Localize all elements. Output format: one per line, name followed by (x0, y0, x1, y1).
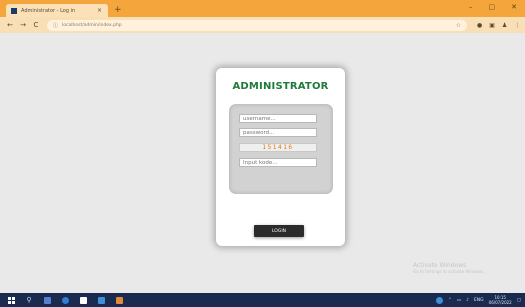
login-form: 151416 (229, 104, 333, 194)
watermark-subtitle: Go to Settings to activate Windows. (413, 269, 485, 274)
mail-icon[interactable] (94, 293, 108, 307)
captcha-code: 151416 (239, 143, 317, 152)
login-card: ADMINISTRATOR 151416 LOGIN (216, 68, 345, 246)
network-globe-icon[interactable] (436, 296, 444, 304)
profile-icon[interactable]: ♟ (502, 22, 507, 29)
edge-icon[interactable] (58, 293, 72, 307)
system-tray: ⌃ ▭ ♪ ENG 10:15 06/07/2022 ▢ (436, 293, 521, 307)
chevron-up-icon[interactable]: ⌃ (448, 298, 452, 303)
minimize-icon[interactable]: – (469, 3, 473, 11)
reload-icon[interactable]: C (33, 21, 39, 29)
forward-icon[interactable]: → (20, 21, 26, 29)
pinned-app-icon[interactable] (112, 293, 126, 307)
taskbar: ⚲ ⌃ ▭ ♪ ENG 10:15 06/07/2022 ▢ (0, 293, 525, 307)
new-tab-icon[interactable]: + (114, 5, 122, 15)
volume-icon[interactable]: ♪ (466, 298, 469, 303)
battery-icon[interactable]: ▭ (457, 298, 461, 303)
login-button[interactable]: LOGIN (254, 225, 304, 237)
browser-tabbar: Administrator - Log in × + – ▢ ✕ (0, 0, 525, 17)
close-window-icon[interactable]: ✕ (511, 3, 517, 11)
browser-tab[interactable]: Administrator - Log in × (6, 4, 108, 17)
favicon-icon (11, 7, 17, 14)
notifications-icon[interactable]: ▢ (517, 298, 521, 303)
address-url[interactable]: localhost/admin/index.php (62, 23, 456, 28)
username-input[interactable] (239, 114, 317, 123)
page-title: ADMINISTRATOR (232, 81, 329, 92)
clock[interactable]: 10:15 06/07/2022 (489, 295, 512, 305)
start-button[interactable] (4, 293, 18, 307)
windows-logo-icon (7, 296, 15, 304)
password-input[interactable] (239, 128, 317, 137)
clock-date: 06/07/2022 (488, 300, 512, 305)
menu-icon[interactable]: ⋮ (514, 22, 520, 29)
back-icon[interactable]: ← (7, 21, 13, 29)
window-controls: – ▢ ✕ (469, 3, 517, 11)
address-bar[interactable]: ⓘ localhost/admin/index.php ☆ (47, 19, 467, 31)
tab-title: Administrator - Log in (21, 7, 76, 14)
browser-toolbar: ← → C ⓘ localhost/admin/index.php ☆ ● ▣ … (0, 17, 525, 33)
close-tab-icon[interactable]: × (97, 7, 102, 14)
extension-icon[interactable]: ● (477, 22, 482, 29)
site-info-icon[interactable]: ⓘ (53, 22, 58, 29)
bookmark-star-icon[interactable]: ☆ (456, 22, 461, 29)
captcha-input[interactable] (239, 158, 317, 167)
page-content: ADMINISTRATOR 151416 LOGIN Activate Wind… (0, 33, 525, 293)
toolbar-icons: ● ▣ ♟ ⋮ (477, 22, 520, 29)
search-icon[interactable]: ⚲ (22, 293, 36, 307)
store-icon[interactable] (76, 293, 90, 307)
language-indicator[interactable]: ENG (474, 298, 484, 303)
activate-windows-watermark: Activate Windows Go to Settings to activ… (413, 263, 485, 275)
sidebar-icon[interactable]: ▣ (489, 22, 495, 29)
maximize-icon[interactable]: ▢ (489, 3, 496, 11)
task-view-icon[interactable] (40, 293, 54, 307)
